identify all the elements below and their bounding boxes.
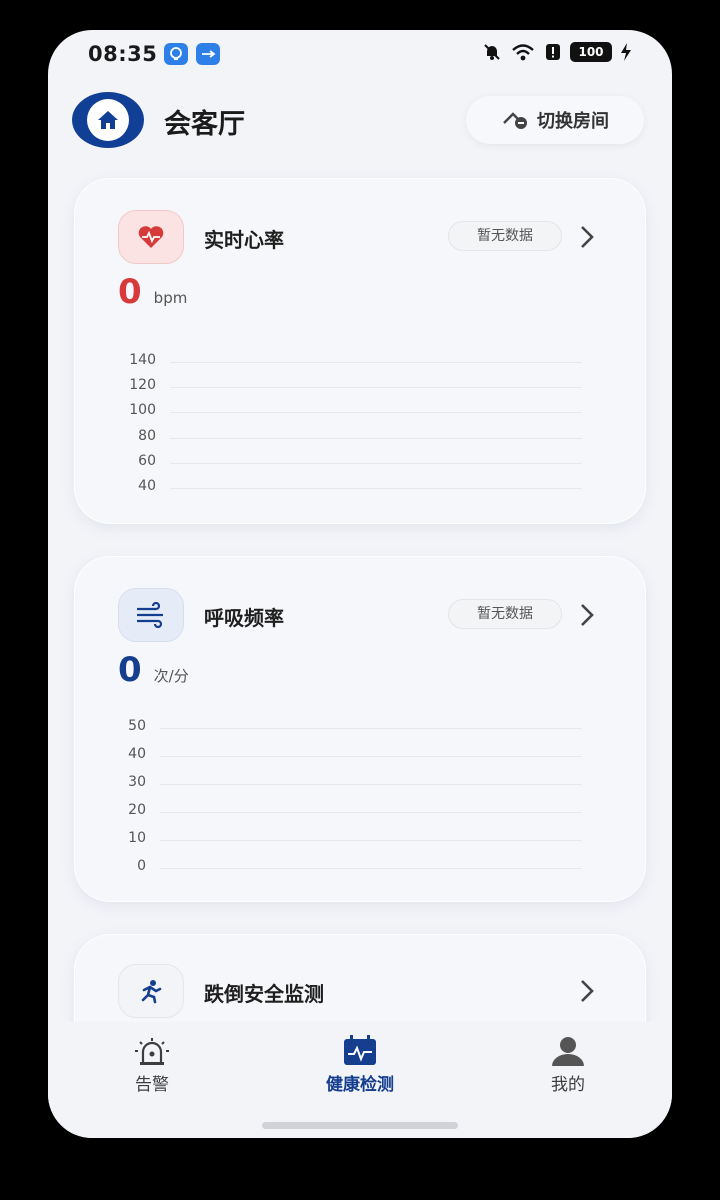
breathing-rate-unit: 次/分: [153, 667, 189, 685]
heart-rate-unit: bpm: [153, 289, 188, 307]
heart-rate-card[interactable]: 实时心率 暂无数据 0 bpm 140 120 100 80 60 40: [74, 178, 646, 524]
y-tick-label: 20: [128, 802, 146, 818]
status-icons: 100: [482, 42, 632, 62]
battery-indicator: 100: [570, 42, 612, 62]
sim-alert-icon: [546, 44, 560, 60]
grid-line: [170, 488, 582, 489]
grid-line: [160, 728, 582, 729]
mute-bell-icon: [484, 44, 500, 60]
tab-profile-label: 我的: [551, 1075, 585, 1095]
status-time: 08:35: [88, 42, 158, 66]
cloud-house-icon: [503, 112, 527, 129]
wind-icon: [118, 588, 184, 642]
y-tick-label: 120: [129, 377, 156, 393]
bottom-nav: 告警 健康检测 我的: [48, 1022, 672, 1138]
y-tick-label: 140: [129, 352, 156, 368]
breathing-rate-title: 呼吸频率: [204, 606, 284, 630]
chevron-right-icon[interactable]: [572, 600, 602, 630]
heart-pulse-icon: [118, 210, 184, 264]
tab-profile[interactable]: 我的: [508, 1034, 628, 1095]
phone-screen: 08:35 100 会客厅 切换房间 实时心率 暂无数据 0 bpm 140 1…: [48, 30, 672, 1138]
grid-line: [170, 463, 582, 464]
tab-health-check-label: 健康检测: [326, 1075, 394, 1095]
charging-bolt-icon: [621, 43, 631, 61]
chevron-right-icon[interactable]: [572, 976, 602, 1006]
grid-line: [160, 756, 582, 757]
status-bar: 08:35 100: [48, 30, 672, 78]
grid-line: [170, 362, 582, 363]
breathing-rate-status-badge: 暂无数据: [448, 599, 562, 629]
y-tick-label: 80: [138, 428, 156, 444]
grid-line: [160, 812, 582, 813]
y-tick-label: 40: [128, 746, 146, 762]
breathing-rate-reading: 0 次/分: [118, 650, 189, 690]
heart-rate-status-badge: 暂无数据: [448, 221, 562, 251]
heart-rate-value: 0: [118, 272, 142, 312]
y-tick-label: 60: [138, 453, 156, 469]
tab-alarm-label: 告警: [135, 1075, 169, 1095]
grid-line: [170, 387, 582, 388]
breathing-rate-card[interactable]: 呼吸频率 暂无数据 0 次/分 50 40 30 20 10 0: [74, 556, 646, 902]
grid-line: [160, 784, 582, 785]
breathing-rate-value: 0: [118, 650, 142, 690]
switch-room-label: 切换房间: [537, 111, 609, 132]
grid-line: [160, 840, 582, 841]
grid-line: [160, 868, 582, 869]
chevron-right-icon[interactable]: [572, 222, 602, 252]
y-tick-label: 50: [128, 718, 146, 734]
y-tick-label: 10: [128, 830, 146, 846]
tab-health-check[interactable]: 健康检测: [300, 1034, 420, 1095]
y-tick-label: 100: [129, 402, 156, 418]
y-tick-label: 0: [137, 858, 146, 874]
usb-notification-icon: [196, 43, 220, 65]
heart-rate-title: 实时心率: [204, 228, 284, 252]
home-indicator[interactable]: [262, 1122, 458, 1129]
wifi-icon: [512, 44, 534, 61]
y-tick-label: 30: [128, 774, 146, 790]
switch-room-button[interactable]: 切换房间: [466, 96, 644, 144]
alarm-light-icon: [135, 1038, 169, 1065]
fall-detection-title: 跌倒安全监测: [204, 982, 324, 1006]
heart-rate-reading: 0 bpm: [118, 272, 187, 312]
room-title: 会客厅: [164, 109, 245, 140]
calendar-pulse-icon: [344, 1035, 376, 1065]
home-icon: [98, 111, 118, 129]
tab-alarm[interactable]: 告警: [92, 1034, 212, 1095]
grid-line: [170, 412, 582, 413]
person-icon: [552, 1037, 584, 1066]
home-button[interactable]: [72, 92, 144, 148]
grid-line: [170, 438, 582, 439]
bulb-notification-icon: [164, 43, 188, 65]
running-person-icon: [118, 964, 184, 1018]
y-tick-label: 40: [138, 478, 156, 494]
